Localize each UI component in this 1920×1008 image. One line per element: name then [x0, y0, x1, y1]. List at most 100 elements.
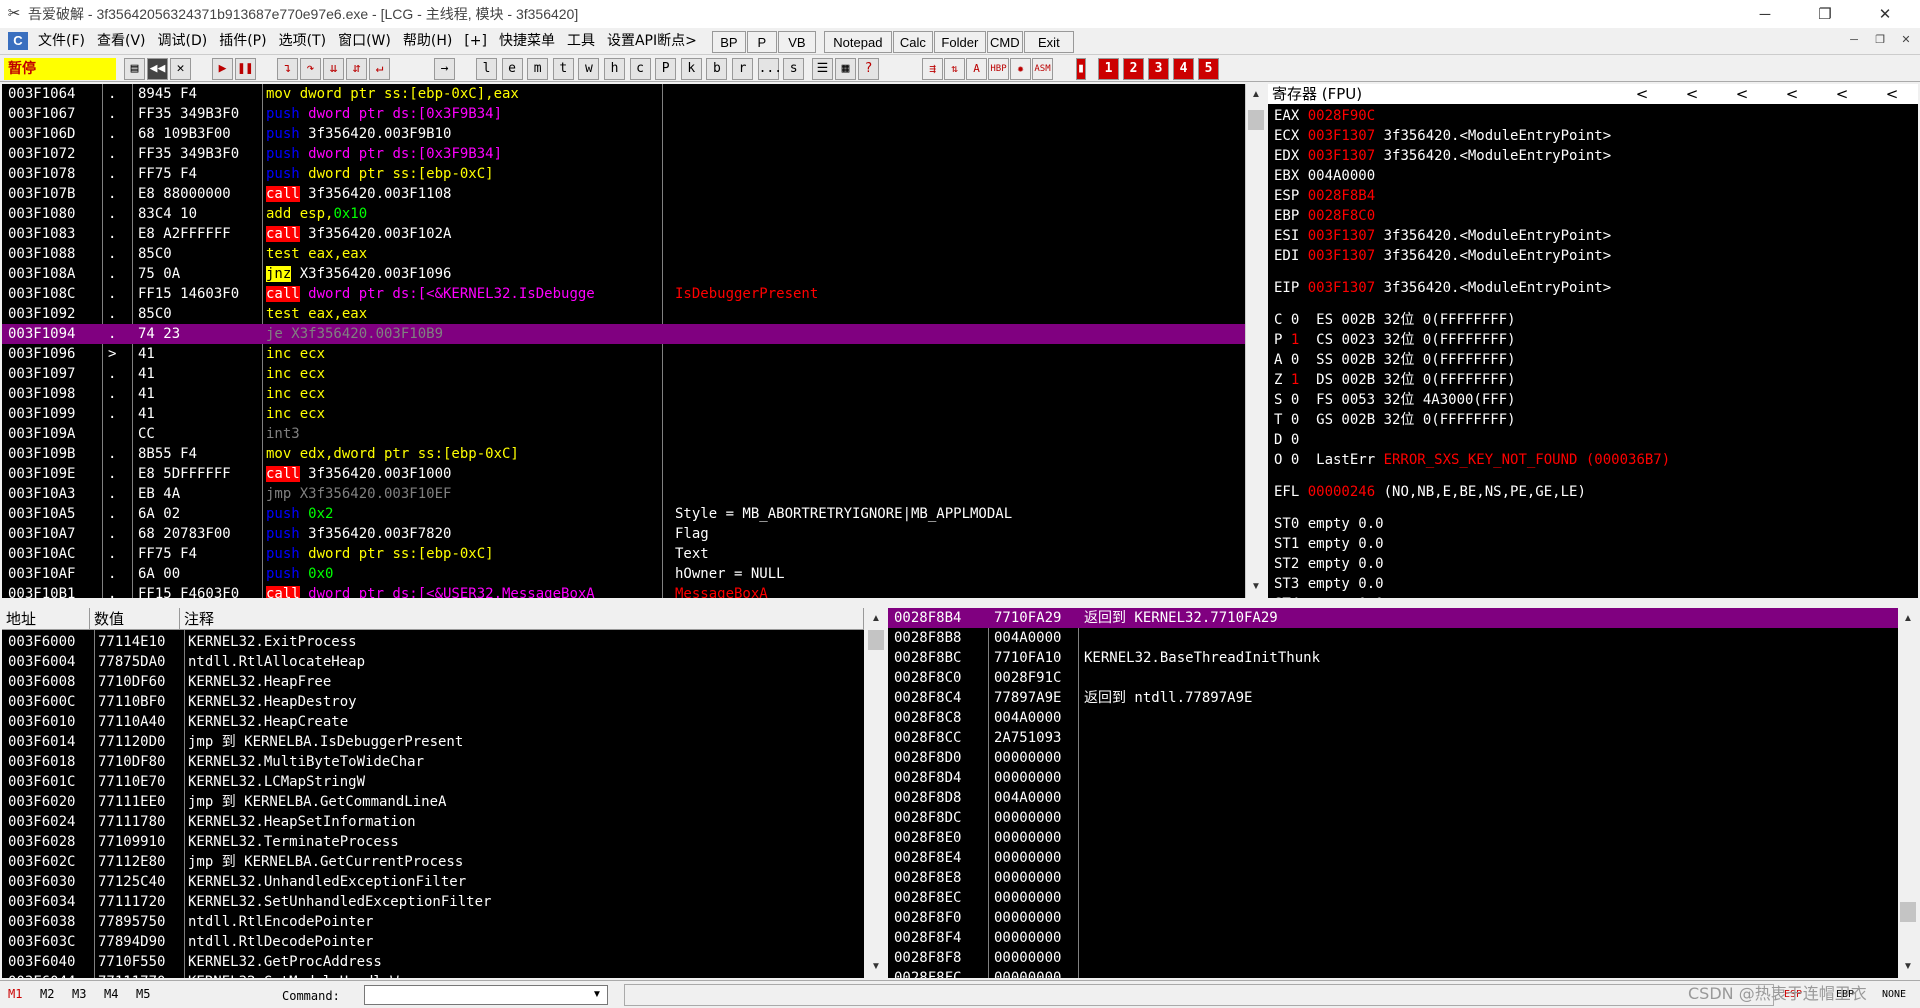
register-line[interactable]: EBP 0028F8C0: [1274, 206, 1375, 226]
dump-row[interactable]: 003F6034 77111720 KERNEL32.SetUnhandledExc…: [2, 892, 864, 912]
dump-pane[interactable]: 地址 数值 注释 003F6000 77114E10 KERNEL32.ExitPr…: [2, 608, 864, 978]
disasm-row[interactable]: 003F108C. FF15 14603F0 call dword ptr ds:[…: [2, 284, 1245, 304]
registers-pane[interactable]: 寄存器 (FPU) < < < < < < EAX 0028F90C ECX 003F130…: [1268, 84, 1918, 598]
register-line[interactable]: A 0 SS 002B 32位 0(FFFFFFFF): [1274, 350, 1516, 370]
dump-row[interactable]: 003F602C 77112E80 jmp 到 KERNELBA.GetCurren…: [2, 852, 864, 872]
register-line[interactable]: ESI 003F1307 3f356420.<ModuleEntryPoint>: [1274, 226, 1611, 246]
register-line[interactable]: ESP 0028F8B4: [1274, 186, 1375, 206]
dump-header-comment[interactable]: 注释: [180, 608, 864, 630]
scroll-down-icon[interactable]: ▼: [866, 958, 886, 976]
disasm-row[interactable]: 003F10A3. EB 4A jmp X3f356420.003F10EF: [2, 484, 1245, 504]
stack-row[interactable]: 0028F8E8 00000000: [888, 868, 1898, 888]
view-button[interactable]: s: [783, 58, 805, 80]
dump-header-value[interactable]: 数值: [90, 608, 180, 630]
scroll-down-icon[interactable]: ▼: [1898, 958, 1918, 976]
dump-row[interactable]: 003F6018 7710DF80 KERNEL32.MultiByteToWide…: [2, 752, 864, 772]
number-button[interactable]: 3: [1148, 58, 1169, 80]
scroll-down-icon[interactable]: ▼: [1246, 578, 1266, 596]
stack-row[interactable]: 0028F8F4 00000000: [888, 928, 1898, 948]
menu-item[interactable]: 查看(V): [91, 28, 152, 54]
register-nav-arrow-icon[interactable]: <: [1732, 84, 1752, 104]
menu-button-exit[interactable]: Exit: [1023, 31, 1074, 53]
disasm-row[interactable]: 003F107B. E8 88000000 call 3f356420.003F11…: [2, 184, 1245, 204]
menu-button-p[interactable]: P: [746, 31, 777, 53]
menu-button-bp[interactable]: BP: [711, 31, 746, 53]
disasm-row[interactable]: 003F1064. 8945 F4 mov dword ptr ss:[ebp-0x…: [2, 84, 1245, 104]
scroll-up-icon[interactable]: ▲: [1898, 610, 1918, 628]
register-line[interactable]: S 0 FS 0053 32位 4A3000(FFF): [1274, 390, 1516, 410]
view-button[interactable]: l: [476, 58, 497, 80]
register-line[interactable]: D 0: [1274, 430, 1299, 450]
stack-row[interactable]: 0028F8C4 77897A9E 返回到 ntdll.77897A9E: [888, 688, 1898, 708]
view-button[interactable]: e: [501, 58, 523, 80]
memory-tab[interactable]: M1: [8, 987, 22, 1001]
memory-tab[interactable]: M2: [40, 987, 54, 1001]
dump-row[interactable]: 003F6030 77125C40 KERNEL32.UnhandledExcept…: [2, 872, 864, 892]
disasm-row[interactable]: 003F10AC. FF75 F4 push dword ptr ss:[ebp-0…: [2, 544, 1245, 564]
open-file-icon[interactable]: ▤: [124, 58, 145, 80]
plugin-ab-icon[interactable]: A: [966, 58, 987, 80]
scroll-thumb[interactable]: [1248, 110, 1264, 130]
number-button[interactable]: 2: [1123, 58, 1144, 80]
goto-icon[interactable]: →: [434, 58, 455, 80]
dump-row[interactable]: 003F6004 77875DA0 ntdll.RtlAllocateHeap: [2, 652, 864, 672]
view-button[interactable]: k: [680, 58, 702, 80]
restore-button[interactable]: ❐: [1796, 0, 1854, 28]
stack-row[interactable]: 0028F8C8 004A0000: [888, 708, 1898, 728]
stack-row[interactable]: 0028F8D0 00000000: [888, 748, 1898, 768]
register-line[interactable]: EIP 003F1307 3f356420.<ModuleEntryPoint>: [1274, 278, 1611, 298]
dump-row[interactable]: 003F6040 7710F550 KERNEL32.GetProcAddress: [2, 952, 864, 972]
trace-into-icon[interactable]: ⇊: [323, 58, 344, 80]
register-nav-arrow-icon[interactable]: <: [1832, 84, 1852, 104]
disasm-row[interactable]: 003F1083. E8 A2FFFFFF call 3f356420.003F10…: [2, 224, 1245, 244]
minimize-button[interactable]: ─: [1736, 0, 1794, 28]
register-line[interactable]: ST4 empty 0.0: [1274, 594, 1384, 598]
disasm-row[interactable]: 003F1067. FF35 349B3F0 push dword ptr ds:[…: [2, 104, 1245, 124]
stack-row[interactable]: 0028F8D8 004A0000: [888, 788, 1898, 808]
register-nav-arrow-icon[interactable]: <: [1682, 84, 1702, 104]
register-line[interactable]: EDX 003F1307 3f356420.<ModuleEntryPoint>: [1274, 146, 1611, 166]
grid-icon[interactable]: ▦: [835, 58, 856, 80]
menu-item[interactable]: 快捷菜单: [493, 28, 561, 54]
register-line[interactable]: EFL 00000246 (NO,NB,E,BE,NS,PE,GE,LE): [1274, 482, 1586, 502]
number-button[interactable]: 1: [1098, 58, 1119, 80]
command-input[interactable]: [364, 985, 608, 1005]
menu-item[interactable]: 窗口(W): [332, 28, 397, 54]
menu-item[interactable]: 文件(F): [32, 28, 91, 54]
memory-tab[interactable]: M4: [104, 987, 118, 1001]
disasm-row[interactable]: 003F109A CC int3: [2, 424, 1245, 444]
stack-scrollbar[interactable]: ▲ ▼: [1898, 608, 1918, 978]
disasm-row[interactable]: 003F1098. 41 inc ecx: [2, 384, 1245, 404]
dump-row[interactable]: 003F6000 77114E10 KERNEL32.ExitProcess: [2, 632, 864, 652]
trace-over-icon[interactable]: ⇵: [346, 58, 367, 80]
scroll-thumb[interactable]: [868, 630, 884, 650]
register-line[interactable]: O 0 LastErr ERROR_SXS_KEY_NOT_FOUND (000…: [1274, 450, 1670, 470]
menu-item[interactable]: 工具: [561, 28, 601, 54]
run-icon[interactable]: ▶: [212, 58, 233, 80]
stack-row[interactable]: 0028F8BC 7710FA10 KERNEL32.BaseThreadInitT…: [888, 648, 1898, 668]
register-nav-arrow-icon[interactable]: <: [1632, 84, 1652, 104]
plugin-hbp-icon[interactable]: HBP: [988, 58, 1009, 80]
menu-button-notepad[interactable]: Notepad: [823, 31, 892, 53]
scroll-up-icon[interactable]: ▲: [1246, 86, 1266, 104]
registers-header[interactable]: 寄存器 (FPU) < < < < < <: [1268, 84, 1918, 104]
mdi-close-icon[interactable]: ✕: [1898, 32, 1914, 48]
view-button[interactable]: w: [578, 58, 600, 80]
menu-item[interactable]: [+]: [458, 28, 493, 54]
stack-row[interactable]: 0028F8CC 2A751093: [888, 728, 1898, 748]
disasm-row[interactable]: 003F10AF. 6A 00 push 0x0 hOwner = NULL: [2, 564, 1245, 584]
list-icon[interactable]: ☰: [812, 58, 833, 80]
close-button[interactable]: ✕: [1856, 0, 1914, 28]
disasm-row[interactable]: 003F106D. 68 109B3F00 push 3f356420.003F9B…: [2, 124, 1245, 144]
mdi-restore-icon[interactable]: ❐: [1872, 32, 1888, 48]
view-button[interactable]: m: [527, 58, 549, 80]
number-button[interactable]: 5: [1198, 58, 1219, 80]
dump-row[interactable]: 003F603C 77894D90 ntdll.RtlDecodePointer: [2, 932, 864, 952]
disasm-row[interactable]: 003F1099. 41 inc ecx: [2, 404, 1245, 424]
menu-item[interactable]: 帮助(H): [397, 28, 458, 54]
disasm-row[interactable]: 003F1092. 85C0 test eax,eax: [2, 304, 1245, 324]
plugin-arrows-icon[interactable]: ⇶: [922, 58, 943, 80]
disasm-row[interactable]: 003F108A. 75 0A jnz X3f356420.003F1096: [2, 264, 1245, 284]
disasm-row[interactable]: 003F10A5. 6A 02 push 0x2 Style = MB_ABORTRE…: [2, 504, 1245, 524]
view-button[interactable]: c: [629, 58, 651, 80]
